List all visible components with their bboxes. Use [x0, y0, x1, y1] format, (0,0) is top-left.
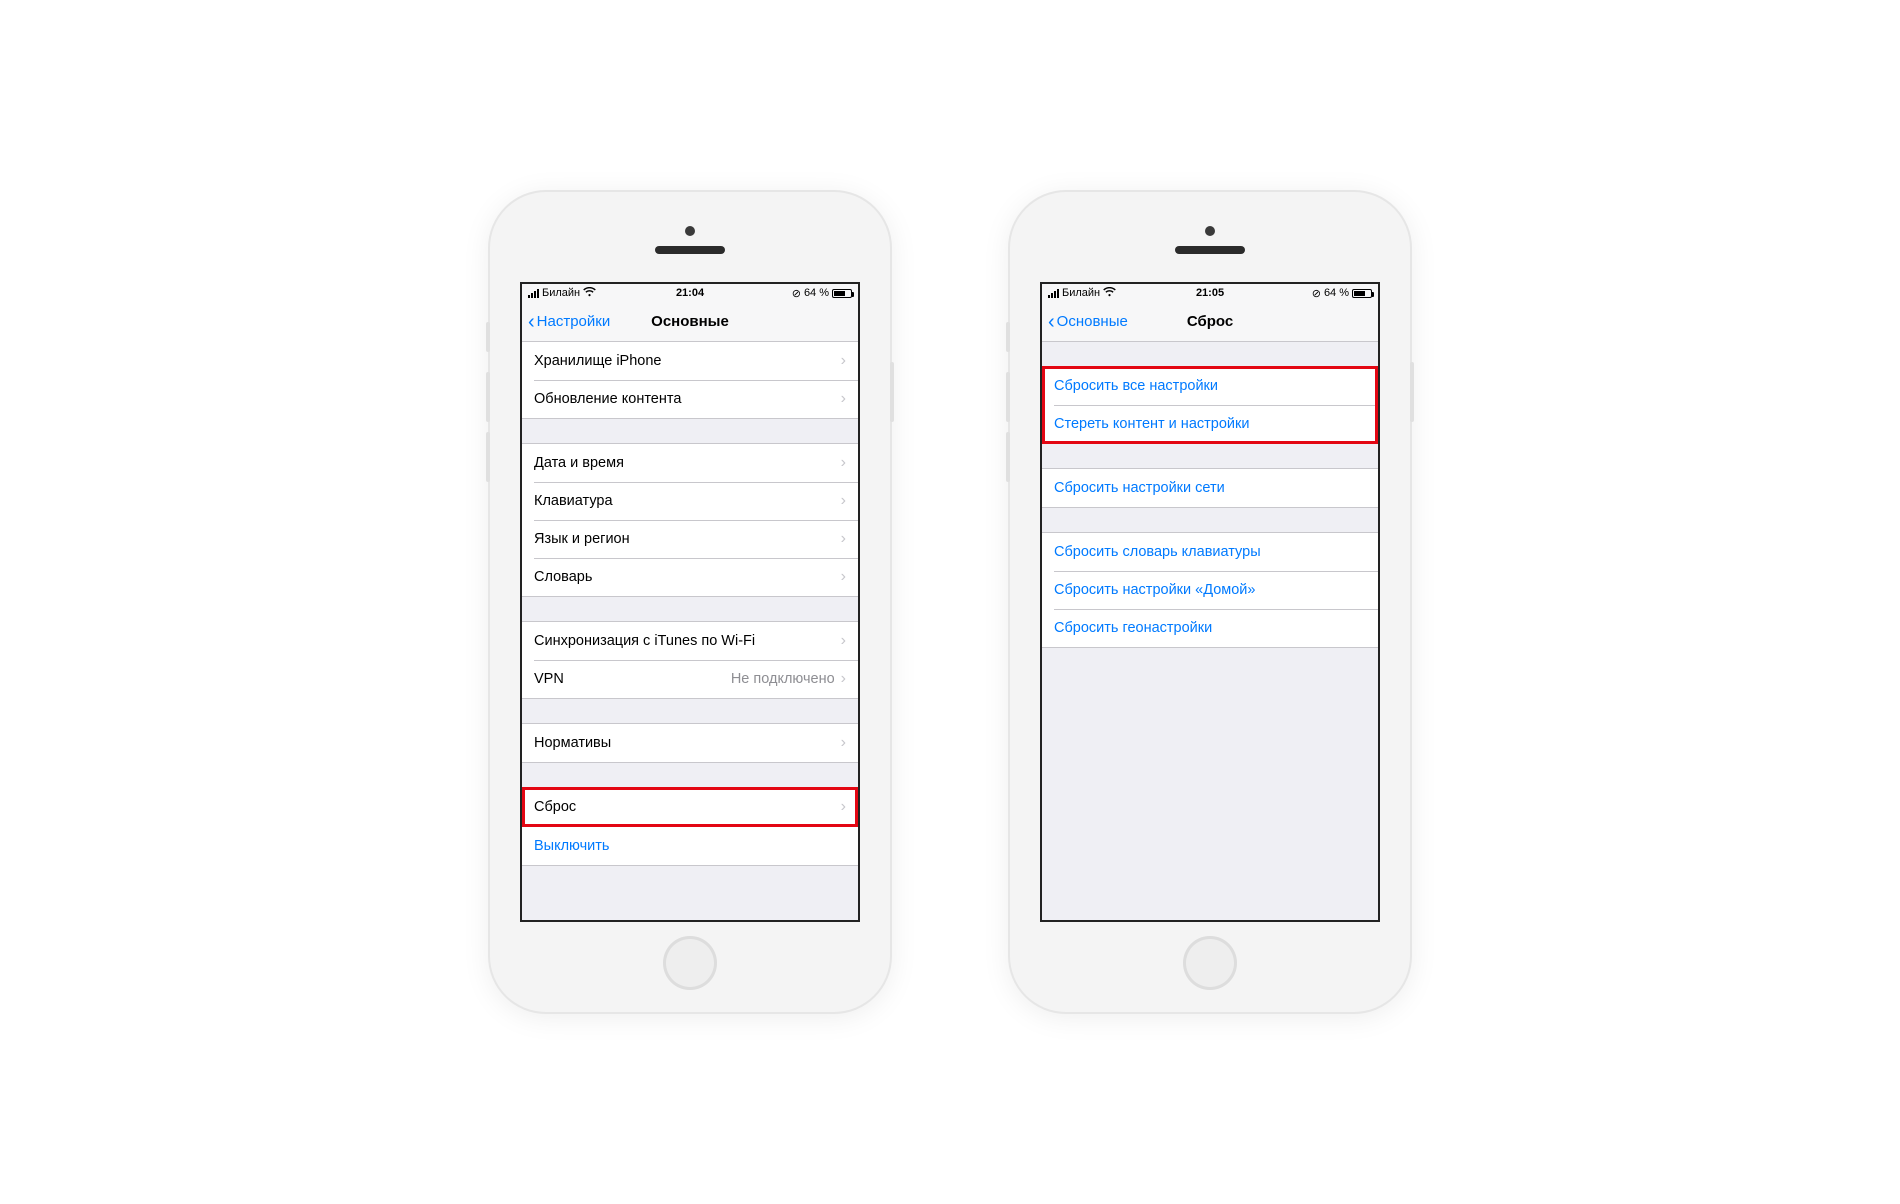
row-label: Клавиатура: [534, 493, 841, 509]
phone-mockup-left: Билайн 21:04 ⊘ 64 % ‹ Настройки Основные…: [490, 192, 890, 1012]
battery-icon: [832, 289, 852, 298]
carrier-label: Билайн: [1062, 287, 1100, 299]
chevron-right-icon: ›: [841, 530, 846, 548]
settings-group: Выключить: [522, 827, 858, 866]
navbar: ‹ Настройки Основные: [522, 302, 858, 342]
row-словарь[interactable]: Словарь›: [522, 558, 858, 596]
row-label: Сбросить настройки «Домой»: [1054, 582, 1366, 598]
chevron-right-icon: ›: [841, 454, 846, 472]
row-label: Обновление контента: [534, 391, 841, 407]
row-label: Сброс: [534, 799, 841, 815]
row-синхронизация-с-itunes-по-wi-fi[interactable]: Синхронизация с iTunes по Wi-Fi›: [522, 622, 858, 660]
chevron-left-icon: ‹: [1048, 312, 1055, 332]
home-button[interactable]: [663, 936, 717, 990]
row-сбросить-геонастройки[interactable]: Сбросить геонастройки: [1042, 609, 1378, 647]
wifi-icon: [583, 287, 596, 300]
row-дата-и-время[interactable]: Дата и время›: [522, 444, 858, 482]
row-label: Хранилище iPhone: [534, 353, 841, 369]
row-сбросить-словарь-клавиатуры[interactable]: Сбросить словарь клавиатуры: [1042, 533, 1378, 571]
row-label: Словарь: [534, 569, 841, 585]
status-bar: Билайн 21:04 ⊘ 64 %: [522, 284, 858, 302]
phone-mockup-right: Билайн 21:05 ⊘ 64 % ‹ Основные Сброс Сбр…: [1010, 192, 1410, 1012]
row-label: Сбросить настройки сети: [1054, 480, 1366, 496]
battery-percent: 64 %: [1324, 287, 1349, 299]
settings-group: Дата и время›Клавиатура›Язык и регион›Сл…: [522, 443, 858, 597]
row-стереть-контент-и-настройки[interactable]: Стереть контент и настройки: [1042, 405, 1378, 443]
chevron-right-icon: ›: [841, 352, 846, 370]
chevron-right-icon: ›: [841, 390, 846, 408]
row-label: VPN: [534, 671, 731, 687]
chevron-right-icon: ›: [841, 492, 846, 510]
row-value: Не подключено: [731, 671, 835, 687]
row-сбросить-настройки-домой[interactable]: Сбросить настройки «Домой»: [1042, 571, 1378, 609]
row-label: Сбросить геонастройки: [1054, 620, 1366, 636]
row-нормативы[interactable]: Нормативы›: [522, 724, 858, 762]
row-сбросить-настройки-сети[interactable]: Сбросить настройки сети: [1042, 469, 1378, 507]
battery-percent: 64 %: [804, 287, 829, 299]
battery-icon: [1352, 289, 1372, 298]
clock: 21:05: [1196, 287, 1224, 299]
settings-group: Сбросить настройки сети: [1042, 468, 1378, 508]
row-язык-и-регион[interactable]: Язык и регион›: [522, 520, 858, 558]
back-button[interactable]: ‹ Настройки: [528, 312, 610, 332]
row-сбросить-все-настройки[interactable]: Сбросить все настройки: [1042, 367, 1378, 405]
row-выключить[interactable]: Выключить: [522, 827, 858, 865]
row-сброс[interactable]: Сброс›: [522, 788, 858, 826]
chevron-right-icon: ›: [841, 670, 846, 688]
settings-group: Синхронизация с iTunes по Wi-Fi›VPNНе по…: [522, 621, 858, 699]
row-label: Сбросить словарь клавиатуры: [1054, 544, 1366, 560]
row-label: Нормативы: [534, 735, 841, 751]
screen-reset-settings: Билайн 21:05 ⊘ 64 % ‹ Основные Сброс Сбр…: [1040, 282, 1380, 922]
carrier-label: Билайн: [542, 287, 580, 299]
row-label: Сбросить все настройки: [1054, 378, 1366, 394]
chevron-right-icon: ›: [841, 798, 846, 816]
back-label: Настройки: [537, 313, 611, 330]
settings-group: Нормативы›: [522, 723, 858, 763]
signal-icon: [1048, 289, 1059, 298]
wifi-icon: [1103, 287, 1116, 300]
row-label: Язык и регион: [534, 531, 841, 547]
row-vpn[interactable]: VPNНе подключено ›: [522, 660, 858, 698]
back-label: Основные: [1057, 313, 1128, 330]
chevron-right-icon: ›: [841, 734, 846, 752]
signal-icon: [528, 289, 539, 298]
row-обновление-контента[interactable]: Обновление контента›: [522, 380, 858, 418]
settings-group: Хранилище iPhone›Обновление контента›: [522, 342, 858, 419]
orientation-lock-icon: ⊘: [1312, 287, 1321, 300]
chevron-right-icon: ›: [841, 632, 846, 650]
row-клавиатура[interactable]: Клавиатура›: [522, 482, 858, 520]
settings-group: Сбросить словарь клавиатуры Сбросить наст…: [1042, 532, 1378, 648]
chevron-right-icon: ›: [841, 568, 846, 586]
row-label: Стереть контент и настройки: [1054, 416, 1366, 432]
chevron-left-icon: ‹: [528, 312, 535, 332]
navbar: ‹ Основные Сброс: [1042, 302, 1378, 342]
row-label: Дата и время: [534, 455, 841, 471]
reset-list: Сбросить все настройки Стереть контент и …: [1042, 366, 1378, 922]
screen-general-settings: Билайн 21:04 ⊘ 64 % ‹ Настройки Основные…: [520, 282, 860, 922]
row-label: Выключить: [534, 838, 846, 854]
orientation-lock-icon: ⊘: [792, 287, 801, 300]
row-хранилище-iphone[interactable]: Хранилище iPhone›: [522, 342, 858, 380]
settings-list: Хранилище iPhone›Обновление контента›Дат…: [522, 342, 858, 920]
home-button[interactable]: [1183, 936, 1237, 990]
back-button[interactable]: ‹ Основные: [1048, 312, 1128, 332]
row-label: Синхронизация с iTunes по Wi-Fi: [534, 633, 841, 649]
clock: 21:04: [676, 287, 704, 299]
settings-group: Сбросить все настройки Стереть контент и …: [1042, 366, 1378, 444]
settings-group: Сброс›: [522, 787, 858, 827]
status-bar: Билайн 21:05 ⊘ 64 %: [1042, 284, 1378, 302]
